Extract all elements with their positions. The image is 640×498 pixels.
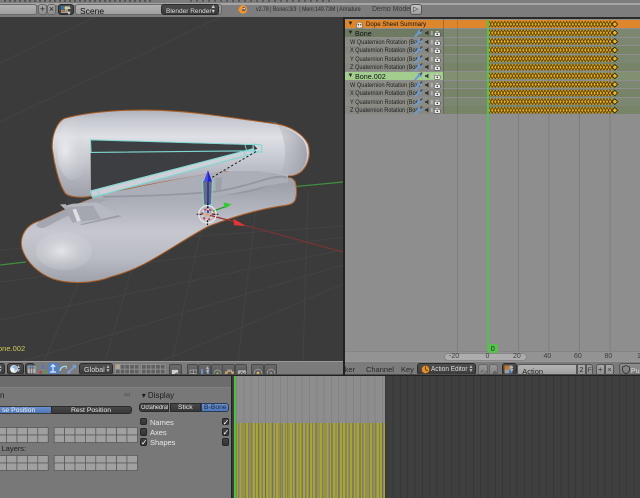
svg-text:one.002: one.002 <box>0 344 25 353</box>
